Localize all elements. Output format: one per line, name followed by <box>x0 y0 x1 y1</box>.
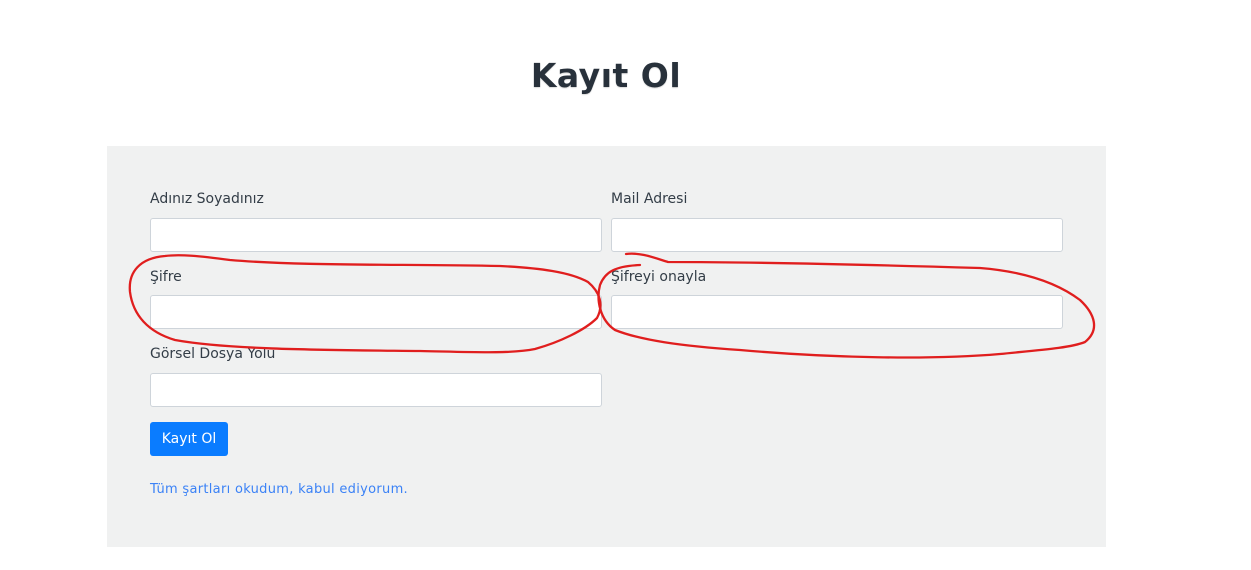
email-label: Mail Adresi <box>611 191 688 207</box>
password-confirm-label: Şifreyi onayla <box>611 269 707 285</box>
page-title: Kayıt Ol <box>530 56 682 95</box>
password-input[interactable] <box>150 295 602 329</box>
full-name-input[interactable] <box>150 218 602 252</box>
image-path-input[interactable] <box>150 373 602 407</box>
password-label: Şifre <box>150 269 182 285</box>
email-input[interactable] <box>611 218 1063 252</box>
terms-link[interactable]: Tüm şartları okudum, kabul ediyorum. <box>150 482 408 498</box>
image-path-label: Görsel Dosya Yolu <box>150 346 276 362</box>
password-confirm-input[interactable] <box>611 295 1063 329</box>
full-name-label: Adınız Soyadınız <box>150 191 264 207</box>
register-button[interactable]: Kayıt Ol <box>150 422 228 456</box>
